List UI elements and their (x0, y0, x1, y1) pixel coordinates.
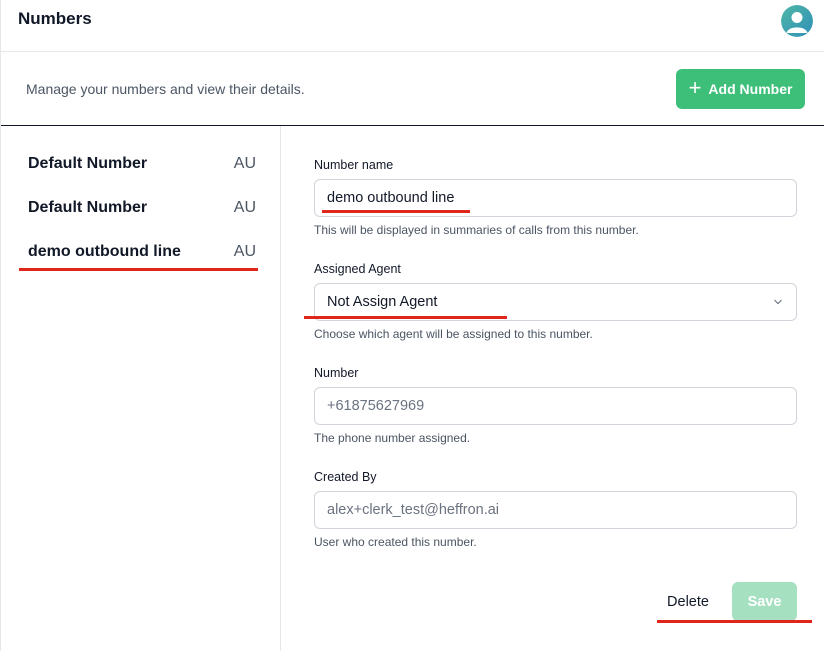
number-list-item[interactable]: Default Number AU (28, 155, 256, 179)
number-item-name: Default Number (28, 155, 148, 172)
add-number-label: Add Number (708, 81, 793, 97)
number-item-name: demo outbound line (28, 243, 181, 260)
page-subheader: Manage your numbers and view their detai… (1, 52, 824, 126)
page-description: Manage your numbers and view their detai… (26, 81, 305, 97)
number-name-value: demo outbound line (327, 190, 455, 206)
number-list-item-selected[interactable]: demo outbound line AU (28, 243, 256, 267)
add-number-button[interactable]: + Add Number (676, 69, 805, 109)
created-by-label: Created By (314, 470, 377, 484)
annotation-underline (657, 620, 812, 623)
annotation-underline (19, 268, 258, 271)
annotation-underline (322, 210, 470, 213)
number-item-country: AU (233, 199, 256, 216)
top-header: Numbers (1, 0, 824, 52)
number-item-country: AU (233, 155, 256, 172)
phone-number-help: The phone number assigned. (314, 431, 471, 445)
assigned-agent-help: Choose which agent will be assigned to t… (314, 327, 593, 341)
created-by-help: User who created this number. (314, 535, 477, 549)
assigned-agent-value: Not Assign Agent (327, 294, 438, 310)
number-label: Number (314, 366, 359, 380)
user-avatar-icon[interactable] (781, 5, 813, 37)
created-by-value: alex+clerk_test@heffron.ai (327, 502, 500, 518)
annotation-underline (304, 316, 507, 319)
created-by-field: alex+clerk_test@heffron.ai (314, 491, 797, 529)
phone-number-field: +61875627969 (314, 387, 797, 425)
number-name-help: This will be displayed in summaries of c… (314, 223, 639, 237)
number-list-item[interactable]: Default Number AU (28, 199, 256, 223)
number-item-name: Default Number (28, 199, 148, 216)
number-item-country: AU (233, 243, 256, 260)
chevron-down-icon (774, 299, 782, 305)
page-title: Numbers (18, 9, 92, 28)
delete-button[interactable]: Delete (657, 582, 719, 622)
save-button[interactable]: Save (732, 582, 797, 621)
numbers-page: Numbers Manage your numbers and view the… (0, 0, 824, 651)
assigned-agent-label: Assigned Agent (314, 262, 401, 276)
phone-number-value: +61875627969 (327, 398, 425, 414)
plus-icon: + (688, 75, 702, 100)
number-name-label: Number name (314, 158, 394, 172)
